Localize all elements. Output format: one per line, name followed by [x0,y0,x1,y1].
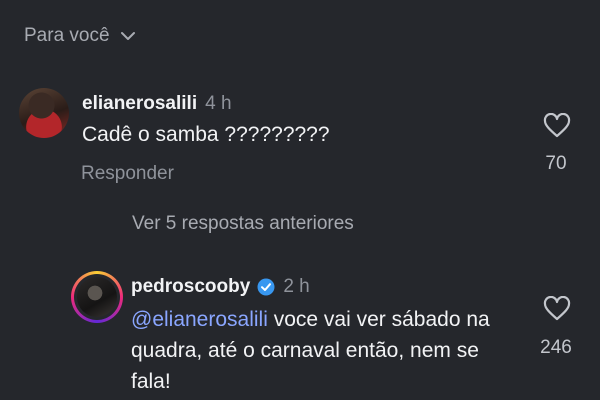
comment-text: @elianerosalili voce vai ver sábado na q… [131,304,521,397]
mention-link[interactable]: @elianerosalili [131,308,268,331]
comment-username[interactable]: pedroscooby [131,276,250,298]
comment-username[interactable]: elianerosalili [82,93,197,115]
verified-badge-icon [257,278,275,296]
avatar-image [77,277,117,317]
like-count: 70 [545,153,567,174]
avatar[interactable] [19,88,69,138]
heart-icon[interactable] [543,113,571,139]
section-title: Para você [24,25,110,46]
comment-time: 2 h [283,276,310,297]
for-you-dropdown[interactable]: Para você [24,25,136,47]
story-ring[interactable] [71,271,123,323]
like-count: 246 [540,337,572,358]
comment-header: elianerosalili 4 h [82,93,232,115]
view-previous-replies-button[interactable]: Ver 5 respostas anteriores [132,213,354,235]
chevron-down-icon [120,32,135,40]
heart-icon[interactable] [543,296,571,322]
comment-time: 4 h [205,93,232,114]
comment-text: Cadê o samba ????????? [82,123,330,146]
avatar [74,274,120,320]
comment-header: pedroscooby 2 h [131,276,310,298]
reply-button[interactable]: Responder [81,163,174,185]
